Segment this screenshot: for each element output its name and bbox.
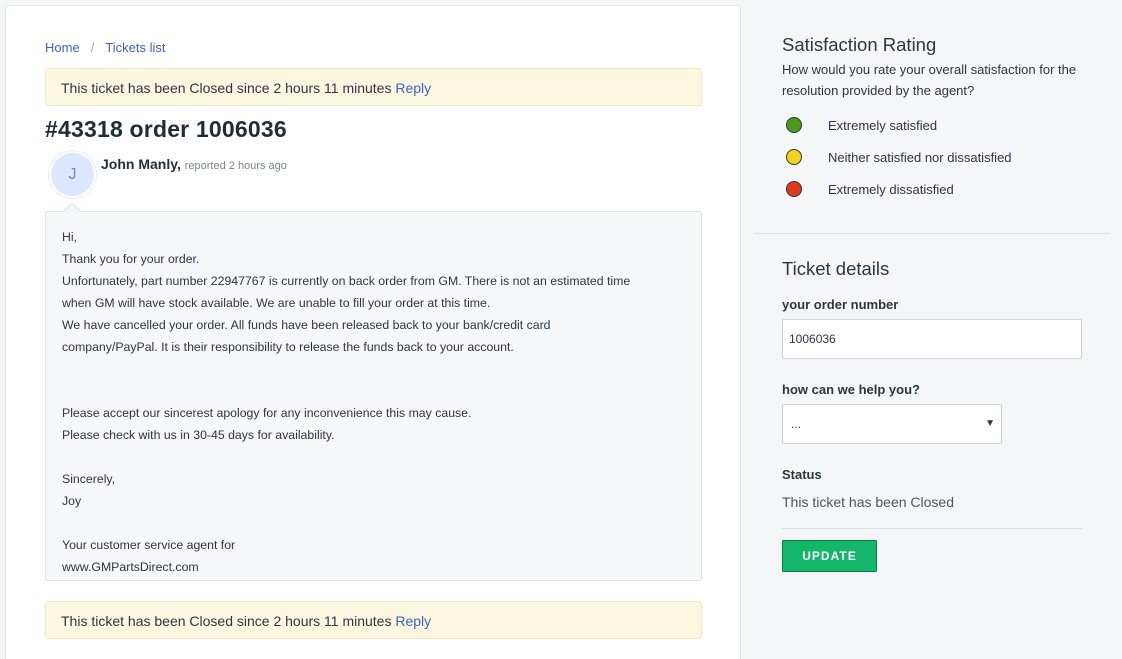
rating-option-label: Neither satisfied nor dissatisfied	[828, 149, 1012, 165]
section-divider	[754, 233, 1110, 234]
rating-title: Satisfaction Rating	[782, 34, 937, 55]
details-title: Ticket details	[782, 258, 890, 279]
message-body: Hi, Thank you for your order. Unfortunat…	[45, 202, 702, 581]
rating-option-dissatisfied[interactable]: Extremely dissatisfied	[786, 181, 954, 197]
ticket-page: Home / Tickets list This ticket has been…	[0, 0, 1122, 659]
breadcrumb: Home / Tickets list	[45, 40, 166, 55]
closed-notice-bottom: This ticket has been Closed since 2 hour…	[45, 601, 702, 639]
rating-option-satisfied[interactable]: Extremely satisfied	[786, 117, 937, 133]
reply-link-bottom[interactable]: Reply	[395, 613, 431, 629]
rating-question: How would you rate your overall satisfac…	[782, 62, 1077, 98]
help-label: how can we help you?	[782, 382, 920, 397]
rating-option-neutral[interactable]: Neither satisfied nor dissatisfied	[786, 149, 1012, 165]
rating-option-label: Extremely dissatisfied	[828, 181, 954, 197]
message-caret	[63, 202, 81, 220]
author-name: John Manly,	[101, 156, 181, 172]
order-number-label: your order number	[782, 297, 899, 312]
rating-option-label: Extremely satisfied	[828, 117, 938, 133]
breadcrumb-tickets-link[interactable]: Tickets list	[105, 40, 165, 55]
breadcrumb-separator: /	[90, 40, 95, 55]
message-text: Hi, Thank you for your order. Unfortunat…	[62, 230, 631, 574]
ticket-panel: Home / Tickets list This ticket has been…	[5, 5, 741, 659]
caret-down-icon: ▼	[985, 418, 995, 429]
help-select-value: ...	[791, 417, 802, 431]
closed-notice-text: This ticket has been Closed since 2 hour…	[61, 613, 392, 629]
sidebar: Satisfaction Rating How would you rate y…	[742, 0, 1122, 659]
closed-notice-text: This ticket has been Closed since 2 hour…	[61, 80, 392, 96]
breadcrumb-home-link[interactable]: Home	[45, 40, 80, 55]
red-dot-icon	[786, 181, 802, 197]
status-value: This ticket has been Closed	[782, 494, 954, 510]
closed-notice-top: This ticket has been Closed since 2 hour…	[45, 68, 702, 106]
author-meta: reported 2 hours ago	[184, 160, 287, 172]
status-divider	[782, 528, 1082, 529]
author-line: John Manly, reported 2 hours ago	[101, 156, 287, 172]
avatar: J	[49, 151, 96, 198]
green-dot-icon	[786, 117, 802, 133]
status-label: Status	[782, 467, 822, 482]
order-number-input[interactable]	[782, 319, 1082, 359]
reply-link-top[interactable]: Reply	[395, 80, 431, 96]
ticket-title: #43318 order 1006036	[45, 116, 287, 142]
yellow-dot-icon	[786, 149, 802, 165]
update-button[interactable]: UPDATE	[782, 540, 877, 572]
help-select[interactable]: ... ▼	[782, 404, 1002, 444]
